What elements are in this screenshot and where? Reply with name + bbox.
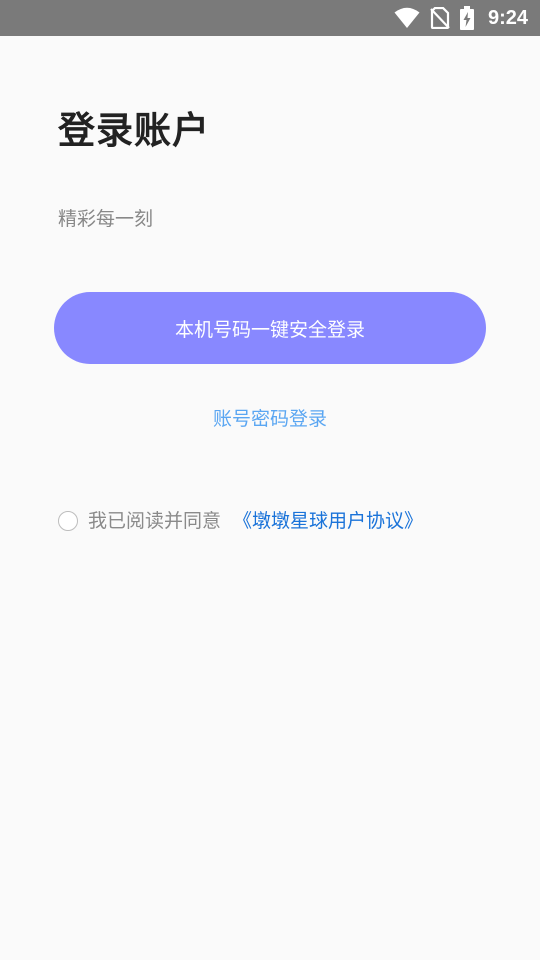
agreement-text: 我已阅读并同意 <box>88 510 222 532</box>
no-sim-icon <box>430 7 450 29</box>
password-login-link[interactable]: 账号密码登录 <box>0 406 540 432</box>
agreement-row: 我已阅读并同意 《墩墩星球用户协议》 <box>58 508 423 534</box>
login-screen: 登录账户 精彩每一刻 本机号码一键安全登录 账号密码登录 我已阅读并同意 《墩墩… <box>0 36 540 960</box>
battery-charging-icon <box>459 6 474 30</box>
user-agreement-link[interactable]: 《墩墩星球用户协议》 <box>233 508 423 534</box>
wifi-icon <box>394 7 420 28</box>
status-time: 9:24 <box>487 6 528 29</box>
status-bar: 9:24 <box>0 0 540 36</box>
status-icons: 9:24 <box>394 0 528 36</box>
page-title: 登录账户 <box>58 109 210 152</box>
agree-checkbox[interactable] <box>58 511 78 531</box>
page-subtitle: 精彩每一刻 <box>58 208 154 230</box>
one-key-login-button[interactable]: 本机号码一键安全登录 <box>54 292 486 364</box>
